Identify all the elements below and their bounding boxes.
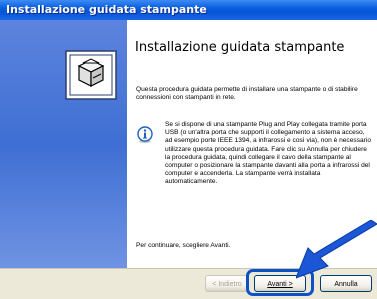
intro-text: Questa procedura guidata permette di ins… — [136, 86, 358, 102]
wizard-side-panel — [0, 20, 127, 268]
blue-arrow-pointer-icon — [296, 220, 377, 279]
info-icon — [137, 126, 153, 144]
printer-wizard-icon — [65, 50, 117, 100]
printer-wizard-window: Installazione guidata stampante Installa… — [0, 0, 377, 299]
plug-and-play-note: Se si dispone di una stampante Plug and … — [165, 121, 371, 186]
window-title: Installazione guidata stampante — [6, 3, 207, 16]
title-bar[interactable]: Installazione guidata stampante — [0, 0, 377, 20]
back-button[interactable]: < Indietro — [205, 275, 249, 292]
page-title: Installazione guidata stampante — [135, 40, 345, 55]
